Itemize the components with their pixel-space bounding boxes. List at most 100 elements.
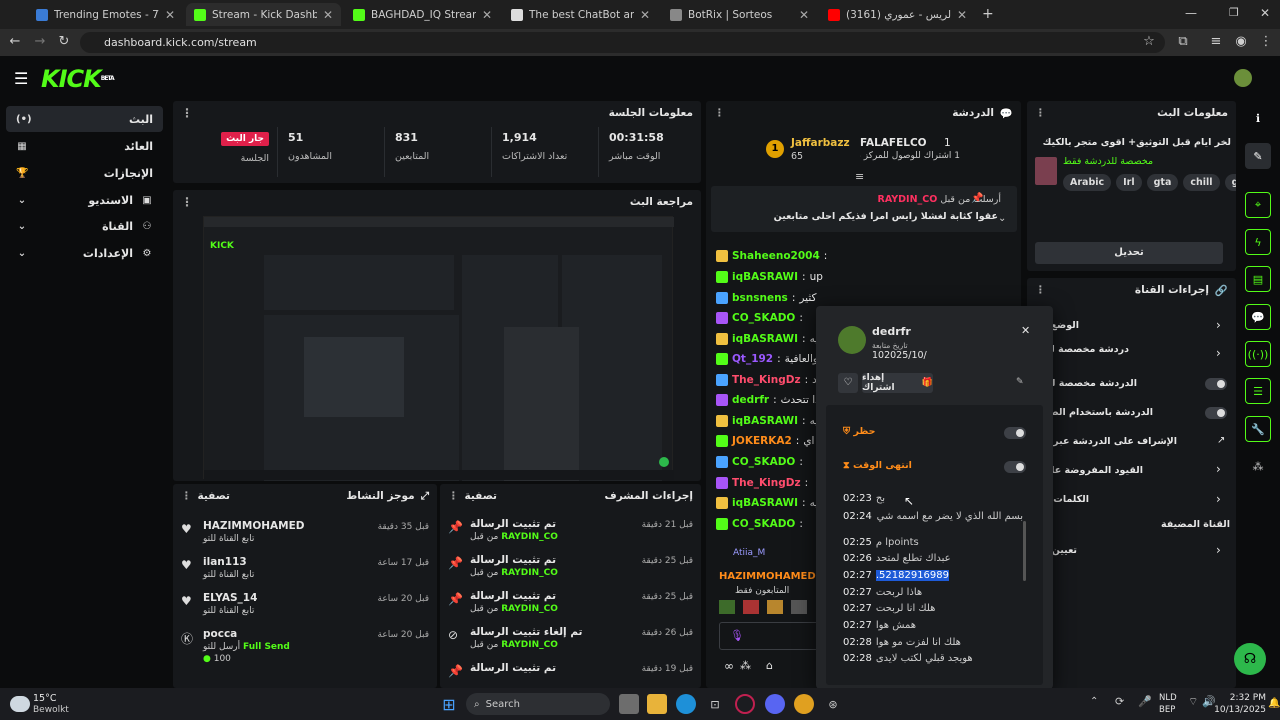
emote-icon[interactable]	[767, 600, 783, 614]
tag[interactable]: gaming	[1224, 174, 1236, 191]
clock-date[interactable]: 10/13/2025	[1210, 705, 1266, 715]
chat-message[interactable]: bsnsnens: كثير	[716, 288, 1016, 308]
channel-action-banned-words[interactable]: الكلمات المحظورة	[1053, 494, 1089, 505]
chrome-icon[interactable]	[794, 694, 814, 714]
popup-username[interactable]: dedrfr	[872, 325, 911, 338]
sidebar-item-achievements[interactable]: 🏆 الإنجازات	[6, 160, 163, 186]
keyboard-layout[interactable]: BEP	[1159, 705, 1175, 715]
store-icon[interactable]: ⌂	[766, 659, 773, 672]
chat-username[interactable]: iqBASRAWI	[732, 497, 798, 509]
chat-message[interactable]: iqBASRAWI: up	[716, 267, 1016, 287]
sidebar-item-revenue[interactable]: ▦ العائد	[6, 133, 163, 159]
app-icon[interactable]: ⊛	[823, 694, 843, 714]
browser-tab-active[interactable]: Stream - Kick Dashboard ✕	[186, 3, 341, 26]
store-icon[interactable]: ⊡	[705, 694, 725, 714]
gift-sub-button[interactable]: إهداء اشتراك 🎁	[862, 373, 933, 393]
extensions-icon[interactable]: ⧉	[1175, 34, 1191, 50]
channel-action-mode[interactable]: الوضع	[1053, 320, 1079, 331]
chat-user[interactable]: Atiia_M	[733, 548, 765, 558]
more-options-icon[interactable]: ⋮	[714, 107, 725, 119]
tray-up-icon[interactable]: ⌃	[1090, 696, 1098, 707]
browser-tab[interactable]: Trending Emotes - 7TV ✕	[28, 3, 183, 26]
clock-time[interactable]: 2:32 PM	[1222, 693, 1266, 703]
close-tab-icon[interactable]: ✕	[165, 8, 175, 22]
channel-action-account-age[interactable]: القيود المفروضة على عمر الحساب	[1053, 465, 1143, 476]
chat-username[interactable]: bsnsnens	[732, 292, 788, 304]
tray-mic-icon[interactable]: 🎤	[1138, 695, 1152, 708]
chat-username[interactable]: iqBASRAWI	[732, 271, 798, 283]
more-options-icon[interactable]: ⋮	[181, 195, 193, 209]
close-tab-icon[interactable]: ✕	[640, 8, 650, 22]
browser-tab[interactable]: BAGHDAD_IQ Stream - Watch L ✕	[345, 3, 500, 26]
chat-user[interactable]: HAZIMMOHAMED	[719, 571, 816, 582]
chevron-right-icon[interactable]: ›	[1216, 462, 1221, 476]
chat-username[interactable]: The_KingDz	[732, 477, 801, 489]
channel-action-followers[interactable]: دردشة مخصصة للمتابعين	[1053, 344, 1129, 355]
tray-sync-icon[interactable]: ⟳	[1115, 695, 1124, 708]
expand-icon[interactable]: ⤢	[421, 490, 429, 503]
back-icon[interactable]: ←	[7, 34, 23, 50]
collapse-icon[interactable]: ≡	[855, 170, 864, 183]
chat-username[interactable]: Qt_192	[732, 353, 773, 365]
bolt-icon[interactable]: ϟ	[1245, 229, 1271, 255]
chevron-right-icon[interactable]: ›	[1216, 318, 1221, 332]
notification-icon[interactable]: 🔔	[1268, 698, 1280, 709]
chat-username[interactable]: Shaheeno2004	[732, 250, 820, 262]
maximize-icon[interactable]: ❐	[1229, 6, 1239, 19]
pin-icon[interactable]: 📌	[971, 193, 983, 204]
more-options-icon[interactable]: ⋮	[181, 106, 193, 120]
emote-icon[interactable]	[719, 600, 735, 614]
chat-username[interactable]: dedrfr	[732, 394, 769, 406]
bookmark-star-icon[interactable]: ☆	[1141, 34, 1157, 50]
weather-desc[interactable]: Bewolkt	[33, 705, 69, 715]
wrench-icon[interactable]: 🔧	[1245, 416, 1271, 442]
info-icon[interactable]: ℹ	[1245, 105, 1271, 131]
chat-username[interactable]: CO_SKADO	[732, 456, 795, 468]
emotes-toggle[interactable]	[1205, 407, 1227, 419]
edit-icon[interactable]: ✎	[1245, 143, 1271, 169]
chat-username[interactable]: CO_SKADO	[732, 518, 795, 530]
opera-icon[interactable]	[735, 694, 755, 714]
wifi-icon[interactable]: ⌔	[1188, 695, 1198, 709]
document-icon[interactable]: ▤	[1245, 266, 1271, 292]
scrollbar[interactable]	[1023, 521, 1026, 581]
url-input[interactable]: dashboard.kick.com/stream	[80, 32, 1165, 53]
edit-stream-button[interactable]: تحديل	[1035, 242, 1223, 264]
mute-icon[interactable]: ✎	[1016, 377, 1024, 387]
profile-icon[interactable]: ◉	[1233, 34, 1249, 50]
chat-message[interactable]: Shaheeno2004:	[716, 246, 1016, 266]
browser-menu-icon[interactable]: ⋮	[1258, 34, 1274, 50]
edge-icon[interactable]	[676, 694, 696, 714]
close-icon[interactable]: ✕	[1021, 324, 1030, 337]
ban-toggle[interactable]	[1004, 427, 1026, 439]
close-tab-icon[interactable]: ✕	[482, 8, 492, 22]
stream-preview-video[interactable]: KICK	[203, 216, 674, 481]
share-icon[interactable]: ⁂	[740, 659, 751, 672]
taskbar-search[interactable]: ⌕ Search	[466, 693, 610, 715]
minimize-icon[interactable]: —	[1185, 6, 1197, 20]
tag[interactable]: Irl	[1116, 174, 1142, 191]
new-tab-icon[interactable]: +	[982, 6, 994, 22]
channel-action-host[interactable]: القناة المضيفة	[1161, 519, 1230, 530]
close-tab-icon[interactable]: ✕	[799, 8, 809, 22]
chat-username[interactable]: The_KingDz	[732, 374, 801, 386]
forward-icon[interactable]: →	[32, 34, 48, 50]
more-options-icon[interactable]: ⋮	[1035, 107, 1046, 119]
support-chat-icon[interactable]: ☊	[1234, 643, 1266, 675]
sidebar-item-settings[interactable]: ⌄ الإعدادات ⚙	[6, 240, 163, 266]
broadcast-icon[interactable]: ((·))	[1245, 341, 1271, 367]
chat-username[interactable]: iqBASRAWI	[732, 415, 798, 427]
tag[interactable]: chill	[1183, 174, 1220, 191]
task-view-icon[interactable]	[619, 694, 639, 714]
chat-input[interactable]: 🎙	[719, 622, 819, 650]
chevron-right-icon[interactable]: ›	[1216, 492, 1221, 506]
close-tab-icon[interactable]: ✕	[957, 8, 967, 22]
close-window-icon[interactable]: ✕	[1260, 6, 1270, 20]
channel-action-emotes[interactable]: الدردشة باستخدام الصور التعبيرية	[1053, 407, 1153, 418]
chevron-right-icon[interactable]: ›	[1216, 346, 1221, 360]
timeout-toggle[interactable]	[1004, 461, 1026, 473]
follow-heart-button[interactable]: ♡	[838, 373, 858, 393]
browser-tab[interactable]: BotRix | Sorteos ✕	[662, 3, 817, 26]
network-icon[interactable]: ⁂	[1245, 453, 1271, 479]
close-tab-icon[interactable]: ✕	[323, 8, 333, 22]
